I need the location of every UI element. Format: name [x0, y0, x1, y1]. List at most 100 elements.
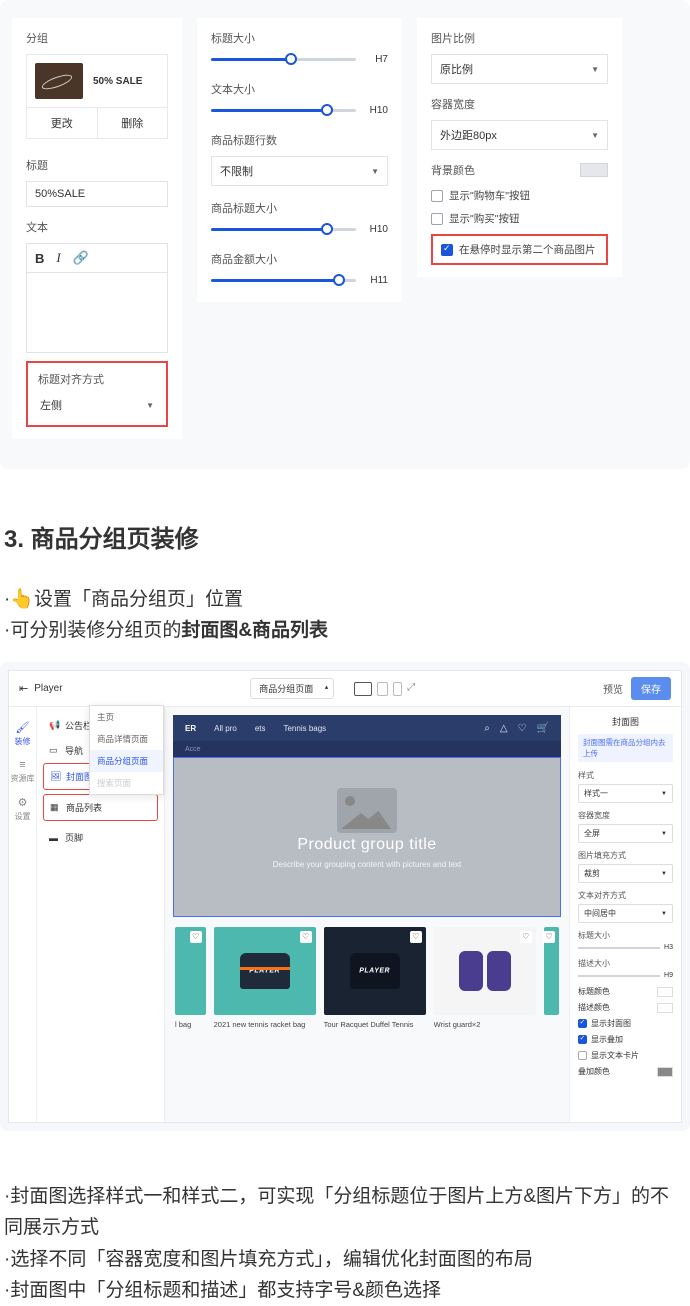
sidebar-footer[interactable]: ▬ 页脚 — [43, 825, 158, 850]
canvas-subnav: Acce — [173, 741, 561, 757]
rows-label: 商品标题行数 — [211, 132, 388, 148]
caret-icon: ▼ — [591, 65, 599, 74]
canvas: ER All pro ets Tennis bags ⌕ △ ♡ 🛒 Acce … — [165, 707, 569, 1122]
image-card: 50% SALE — [26, 54, 168, 108]
cart-icon[interactable]: 🛒 — [537, 723, 549, 734]
italic-icon[interactable]: I — [56, 250, 60, 266]
title-color-swatch[interactable] — [657, 987, 673, 997]
page-dropdown: 主页 商品详情页面 商品分组页面 搜索页面 — [89, 705, 164, 795]
product-card[interactable]: ♡ — [544, 927, 559, 1029]
leftbar-decorate[interactable]: 🖌装修 — [9, 715, 36, 753]
product-card[interactable]: ♡ l bag — [175, 927, 206, 1029]
heart-icon[interactable]: ♡ — [518, 723, 527, 734]
desc-size-slider[interactable] — [578, 975, 660, 977]
prod-title-slider[interactable] — [211, 228, 356, 231]
heart-icon[interactable]: ♡ — [410, 931, 422, 943]
delete-button[interactable]: 删除 — [98, 108, 168, 138]
width-label: 容器宽度 — [431, 96, 608, 112]
rows-select[interactable]: 不限制 ▼ — [211, 156, 388, 186]
align-select[interactable]: 中间居中▼ — [578, 904, 673, 923]
page-selector[interactable]: 商品分组页面 ▴ — [250, 678, 334, 699]
dropdown-group[interactable]: 商品分组页面 — [90, 750, 163, 772]
panel-group: 分组 50% SALE 更改 删除 标题 50%SALE 文本 B I 🔗 标题… — [12, 18, 182, 439]
bgcolor-label: 背景颜色 — [431, 162, 475, 178]
bottom-line-2: ·选择不同「容器宽度和图片填充方式」，编辑优化封面图的布局 — [4, 1244, 686, 1275]
preview-button[interactable]: 预览 — [603, 681, 623, 696]
dropdown-home[interactable]: 主页 — [90, 706, 163, 728]
text-area[interactable] — [26, 273, 168, 353]
hero-desc: Describe your grouping content with pict… — [273, 860, 462, 869]
thumbnail — [35, 63, 83, 99]
overlay-color-swatch[interactable] — [657, 1067, 673, 1077]
bold-icon[interactable]: B — [35, 251, 44, 266]
sale-text: 50% SALE — [93, 76, 142, 87]
desc-color-swatch[interactable] — [657, 1003, 673, 1013]
settings-panels: 分组 50% SALE 更改 删除 标题 50%SALE 文本 B I 🔗 标题… — [0, 0, 690, 469]
check-buy[interactable] — [431, 213, 443, 225]
width-select[interactable]: 外边距80px ▼ — [431, 120, 608, 150]
exit-icon[interactable]: ⇤ — [19, 682, 28, 695]
fullscreen-icon[interactable]: ⤢ — [407, 682, 415, 696]
title-size-slider[interactable] — [578, 947, 660, 949]
product-card[interactable]: ♡ Wrist guard×2 — [434, 927, 536, 1029]
width-select[interactable]: 全屏▼ — [578, 824, 673, 843]
nav-icon: ▭ — [49, 745, 59, 756]
prod-amount-value: H11 — [366, 275, 388, 286]
prod-title-value: H10 — [366, 224, 388, 235]
user-icon[interactable]: △ — [500, 723, 508, 734]
brand: ER — [185, 724, 196, 733]
heart-icon[interactable]: ♡ — [300, 931, 312, 943]
section-heading: 3. 商品分组页装修 — [0, 519, 690, 554]
hover-highlight: 在悬停时显示第二个商品图片 — [431, 234, 608, 265]
mobile-icon[interactable] — [393, 682, 402, 696]
check-hover[interactable] — [441, 244, 453, 256]
ratio-select[interactable]: 原比例 ▼ — [431, 54, 608, 84]
grid-icon: ▦ — [50, 802, 60, 813]
pointing-icon: 👆 — [10, 587, 34, 611]
check-cover[interactable] — [578, 1019, 587, 1028]
dropdown-search[interactable]: 搜索页面 — [90, 772, 163, 794]
text-label: 文本 — [26, 219, 168, 235]
check-overlay[interactable] — [578, 1035, 587, 1044]
leftbar-settings[interactable]: ⚙设置 — [9, 790, 36, 828]
title-size-value: H7 — [366, 54, 388, 65]
check-cart[interactable] — [431, 190, 443, 202]
change-button[interactable]: 更改 — [27, 108, 98, 138]
heart-icon[interactable]: ♡ — [520, 931, 532, 943]
fill-select[interactable]: 裁剪▼ — [578, 864, 673, 883]
desktop-icon[interactable] — [354, 682, 372, 696]
bottom-text: ·封面图选择样式一和样式二，可实现「分组标题位于图片上方&图片下方」的不同展示方… — [0, 1181, 690, 1306]
caret-icon: ▼ — [371, 167, 379, 176]
text-toolbar: B I 🔗 — [26, 243, 168, 273]
style-select[interactable]: 样式一▼ — [578, 784, 673, 803]
text-size-slider[interactable] — [211, 109, 356, 112]
product-card[interactable]: PLAYER♡ 2021 new tennis racket bag — [214, 927, 316, 1029]
bottom-line-1: ·封面图选择样式一和样式二，可实现「分组标题位于图片上方&图片下方」的不同展示方… — [4, 1181, 686, 1244]
save-button[interactable]: 保存 — [631, 677, 671, 700]
check-textcard[interactable] — [578, 1051, 587, 1060]
search-icon[interactable]: ⌕ — [484, 723, 490, 734]
canvas-nav: ER All pro ets Tennis bags ⌕ △ ♡ 🛒 — [173, 715, 561, 741]
heart-icon[interactable]: ♡ — [190, 931, 202, 943]
rp-title: 封面图 — [578, 715, 673, 728]
product-card[interactable]: PLAYER♡ Tour Racquet Duffel Tennis — [324, 927, 426, 1029]
heart-icon[interactable]: ♡ — [543, 931, 555, 943]
prod-amount-slider[interactable] — [211, 279, 356, 282]
panel-display: 图片比例 原比例 ▼ 容器宽度 外边距80px ▼ 背景颜色 显示"购物车"按钮… — [417, 18, 622, 277]
group-label: 分组 — [26, 30, 168, 46]
dropdown-detail[interactable]: 商品详情页面 — [90, 728, 163, 750]
align-select[interactable]: 左侧 ▼ — [38, 393, 156, 417]
title-label: 标题 — [26, 157, 168, 173]
hero-title: Product group title — [297, 836, 436, 854]
title-input[interactable]: 50%SALE — [26, 181, 168, 207]
align-highlight: 标题对齐方式 左侧 ▼ — [26, 361, 168, 427]
canvas-hero[interactable]: Product group title Describe your groupi… — [173, 757, 561, 917]
link-icon[interactable]: 🔗 — [73, 250, 89, 266]
sidebar-list[interactable]: ▦ 商品列表 — [43, 794, 158, 821]
leftbar-resource[interactable]: ≡资源库 — [9, 753, 36, 790]
product-grid: ♡ l bag PLAYER♡ 2021 new tennis racket b… — [173, 927, 561, 1029]
tablet-icon[interactable] — [377, 682, 388, 696]
title-size-slider[interactable] — [211, 58, 356, 61]
caret-icon: ▼ — [146, 401, 154, 410]
bgcolor-swatch[interactable] — [580, 163, 608, 177]
